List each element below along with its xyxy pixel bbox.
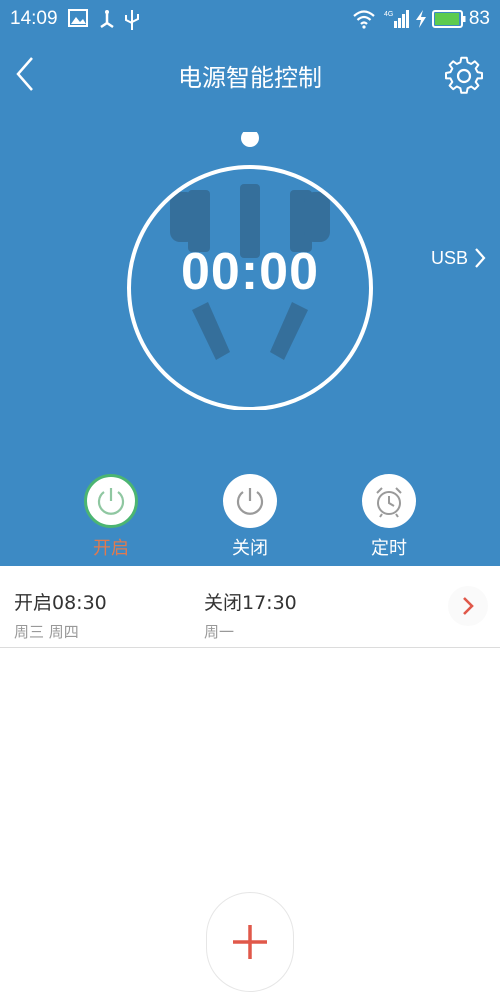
alarm-clock-icon bbox=[376, 487, 402, 518]
settings-button[interactable] bbox=[444, 56, 484, 96]
schedule-row[interactable]: 开启08:30 周三 周四 关闭17:30 周一 bbox=[0, 566, 500, 648]
add-schedule-button[interactable] bbox=[206, 892, 294, 992]
schedule-button[interactable]: 定时 bbox=[349, 474, 429, 560]
usb-icon bbox=[100, 10, 114, 29]
status-time: 14:09 bbox=[10, 8, 58, 29]
schedule-off: 关闭17:30 周一 bbox=[204, 588, 297, 642]
power-off-label: 关闭 bbox=[232, 538, 268, 559]
schedule-on-time: 开启08:30 bbox=[14, 592, 107, 614]
power-off-button[interactable]: 关闭 bbox=[210, 474, 290, 560]
schedule-off-days: 周一 bbox=[204, 623, 235, 641]
schedule-detail-button[interactable] bbox=[448, 586, 488, 626]
power-off-circle[interactable] bbox=[223, 474, 277, 528]
app-header: 电源智能控制 bbox=[0, 44, 500, 104]
charging-icon bbox=[416, 10, 426, 28]
timer-display: 00:00 bbox=[181, 243, 319, 301]
wifi-icon bbox=[353, 10, 375, 29]
usb-link[interactable]: USB bbox=[431, 247, 486, 269]
battery-icon bbox=[432, 10, 466, 28]
svg-text:4G: 4G bbox=[384, 11, 393, 18]
status-bar: 14:09 4G 83 bbox=[0, 0, 500, 38]
plus-icon bbox=[233, 925, 267, 959]
signal-icon: 4G bbox=[384, 10, 409, 28]
usb-plug-icon bbox=[125, 10, 139, 30]
timer-dial[interactable]: 00:00 bbox=[126, 132, 374, 410]
power-icon bbox=[97, 488, 125, 515]
usb-label: USB bbox=[430, 247, 468, 268]
power-icon bbox=[236, 488, 264, 515]
chevron-right-icon bbox=[475, 248, 486, 268]
battery-level: 83 bbox=[468, 8, 490, 29]
page-title: 电源智能控制 bbox=[178, 64, 322, 92]
power-on-circle[interactable] bbox=[84, 474, 138, 528]
power-on-button[interactable]: 开启 bbox=[71, 474, 151, 560]
schedule-off-time: 关闭17:30 bbox=[204, 592, 297, 614]
control-panel: 14:09 4G 83 电源智能控制 00:00 USB 开启 关闭 定时 bbox=[0, 0, 500, 566]
chevron-right-icon bbox=[463, 597, 474, 615]
schedule-on-days: 周三 周四 bbox=[14, 623, 79, 641]
gear-icon bbox=[445, 56, 483, 94]
schedule-label: 定时 bbox=[371, 538, 407, 559]
schedule-on: 开启08:30 周三 周四 bbox=[14, 588, 107, 642]
timer-handle[interactable] bbox=[241, 132, 259, 147]
schedule-circle[interactable] bbox=[362, 474, 416, 528]
power-on-label: 开启 bbox=[93, 538, 129, 559]
image-icon bbox=[68, 9, 88, 27]
